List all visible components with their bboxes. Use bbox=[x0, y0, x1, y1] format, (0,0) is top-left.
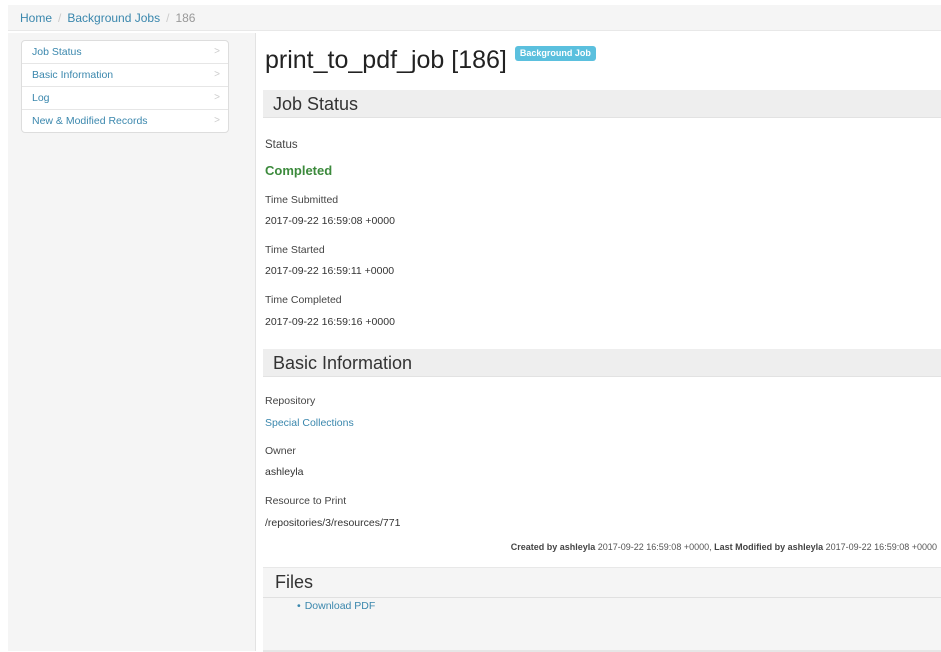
breadcrumb-separator: / bbox=[166, 11, 170, 25]
repository-label: Repository bbox=[265, 395, 316, 407]
page-title-text: print_to_pdf_job [186] bbox=[265, 46, 507, 74]
chevron-right-icon: > bbox=[214, 69, 220, 80]
breadcrumb: Home / Background Jobs / 186 bbox=[8, 5, 941, 31]
time-started-label: Time Started bbox=[265, 244, 325, 256]
modified-time: 2017-09-22 16:59:08 +0000 bbox=[823, 542, 937, 552]
repository-link[interactable]: Special Collections bbox=[265, 417, 354, 429]
file-list-item: • Download PDF bbox=[297, 600, 375, 612]
download-pdf-link[interactable]: Download PDF bbox=[305, 600, 376, 612]
time-completed-value: 2017-09-22 16:59:16 +0000 bbox=[265, 316, 395, 328]
sidebar-item-label: Log bbox=[32, 92, 50, 104]
resource-label: Resource to Print bbox=[265, 495, 347, 507]
time-completed-label: Time Completed bbox=[265, 294, 342, 306]
breadcrumb-current: 186 bbox=[175, 11, 196, 25]
sidebar-item-job-status[interactable]: Job Status > bbox=[22, 41, 228, 63]
time-submitted-value: 2017-09-22 16:59:08 +0000 bbox=[265, 215, 395, 227]
sidebar-item-log[interactable]: Log > bbox=[22, 86, 228, 109]
sidebar-item-new-modified-records[interactable]: New & Modified Records > bbox=[22, 109, 228, 132]
resource-value: /repositories/3/resources/771 bbox=[265, 517, 401, 529]
section-heading-job-status: Job Status bbox=[263, 90, 941, 118]
background-job-badge: Background Job bbox=[514, 46, 596, 61]
created-by-label: Created by ashleyla bbox=[510, 542, 596, 552]
chevron-right-icon: > bbox=[214, 115, 220, 126]
sidebar-item-basic-information[interactable]: Basic Information > bbox=[22, 63, 228, 86]
sidebar-item-label: Job Status bbox=[32, 46, 82, 58]
sidebar-item-label: Basic Information bbox=[32, 69, 114, 81]
created-time: 2017-09-22 16:59:08 +0000, bbox=[595, 542, 715, 552]
sidebar-nav: Job Status > Basic Information > Log > N… bbox=[21, 40, 229, 133]
files-section: Files • Download PDF bbox=[263, 567, 941, 652]
breadcrumb-home-link[interactable]: Home bbox=[20, 11, 52, 25]
owner-value: ashleyla bbox=[265, 466, 304, 478]
owner-label: Owner bbox=[265, 445, 296, 457]
chevron-right-icon: > bbox=[214, 46, 220, 57]
breadcrumb-separator: / bbox=[58, 11, 62, 25]
page-title: print_to_pdf_job [186] Background Job bbox=[265, 42, 596, 78]
main-content: print_to_pdf_job [186] Background Job Job… bbox=[257, 40, 941, 652]
record-audit-info: Created by ashleyla 2017-09-22 16:59:08 … bbox=[511, 542, 937, 552]
divider bbox=[263, 597, 941, 598]
chevron-right-icon: > bbox=[214, 92, 220, 103]
modified-by-label: Last Modified by ashleyla bbox=[714, 542, 824, 552]
breadcrumb-background-jobs-link[interactable]: Background Jobs bbox=[67, 11, 160, 25]
status-value: Completed bbox=[265, 163, 333, 178]
time-started-value: 2017-09-22 16:59:11 +0000 bbox=[265, 265, 395, 277]
section-heading-basic-information: Basic Information bbox=[263, 349, 941, 377]
time-submitted-label: Time Submitted bbox=[265, 194, 339, 206]
files-heading: Files bbox=[275, 572, 314, 592]
bullet-icon: • bbox=[297, 600, 301, 612]
sidebar-item-label: New & Modified Records bbox=[32, 115, 148, 127]
status-label: Status bbox=[265, 139, 298, 151]
